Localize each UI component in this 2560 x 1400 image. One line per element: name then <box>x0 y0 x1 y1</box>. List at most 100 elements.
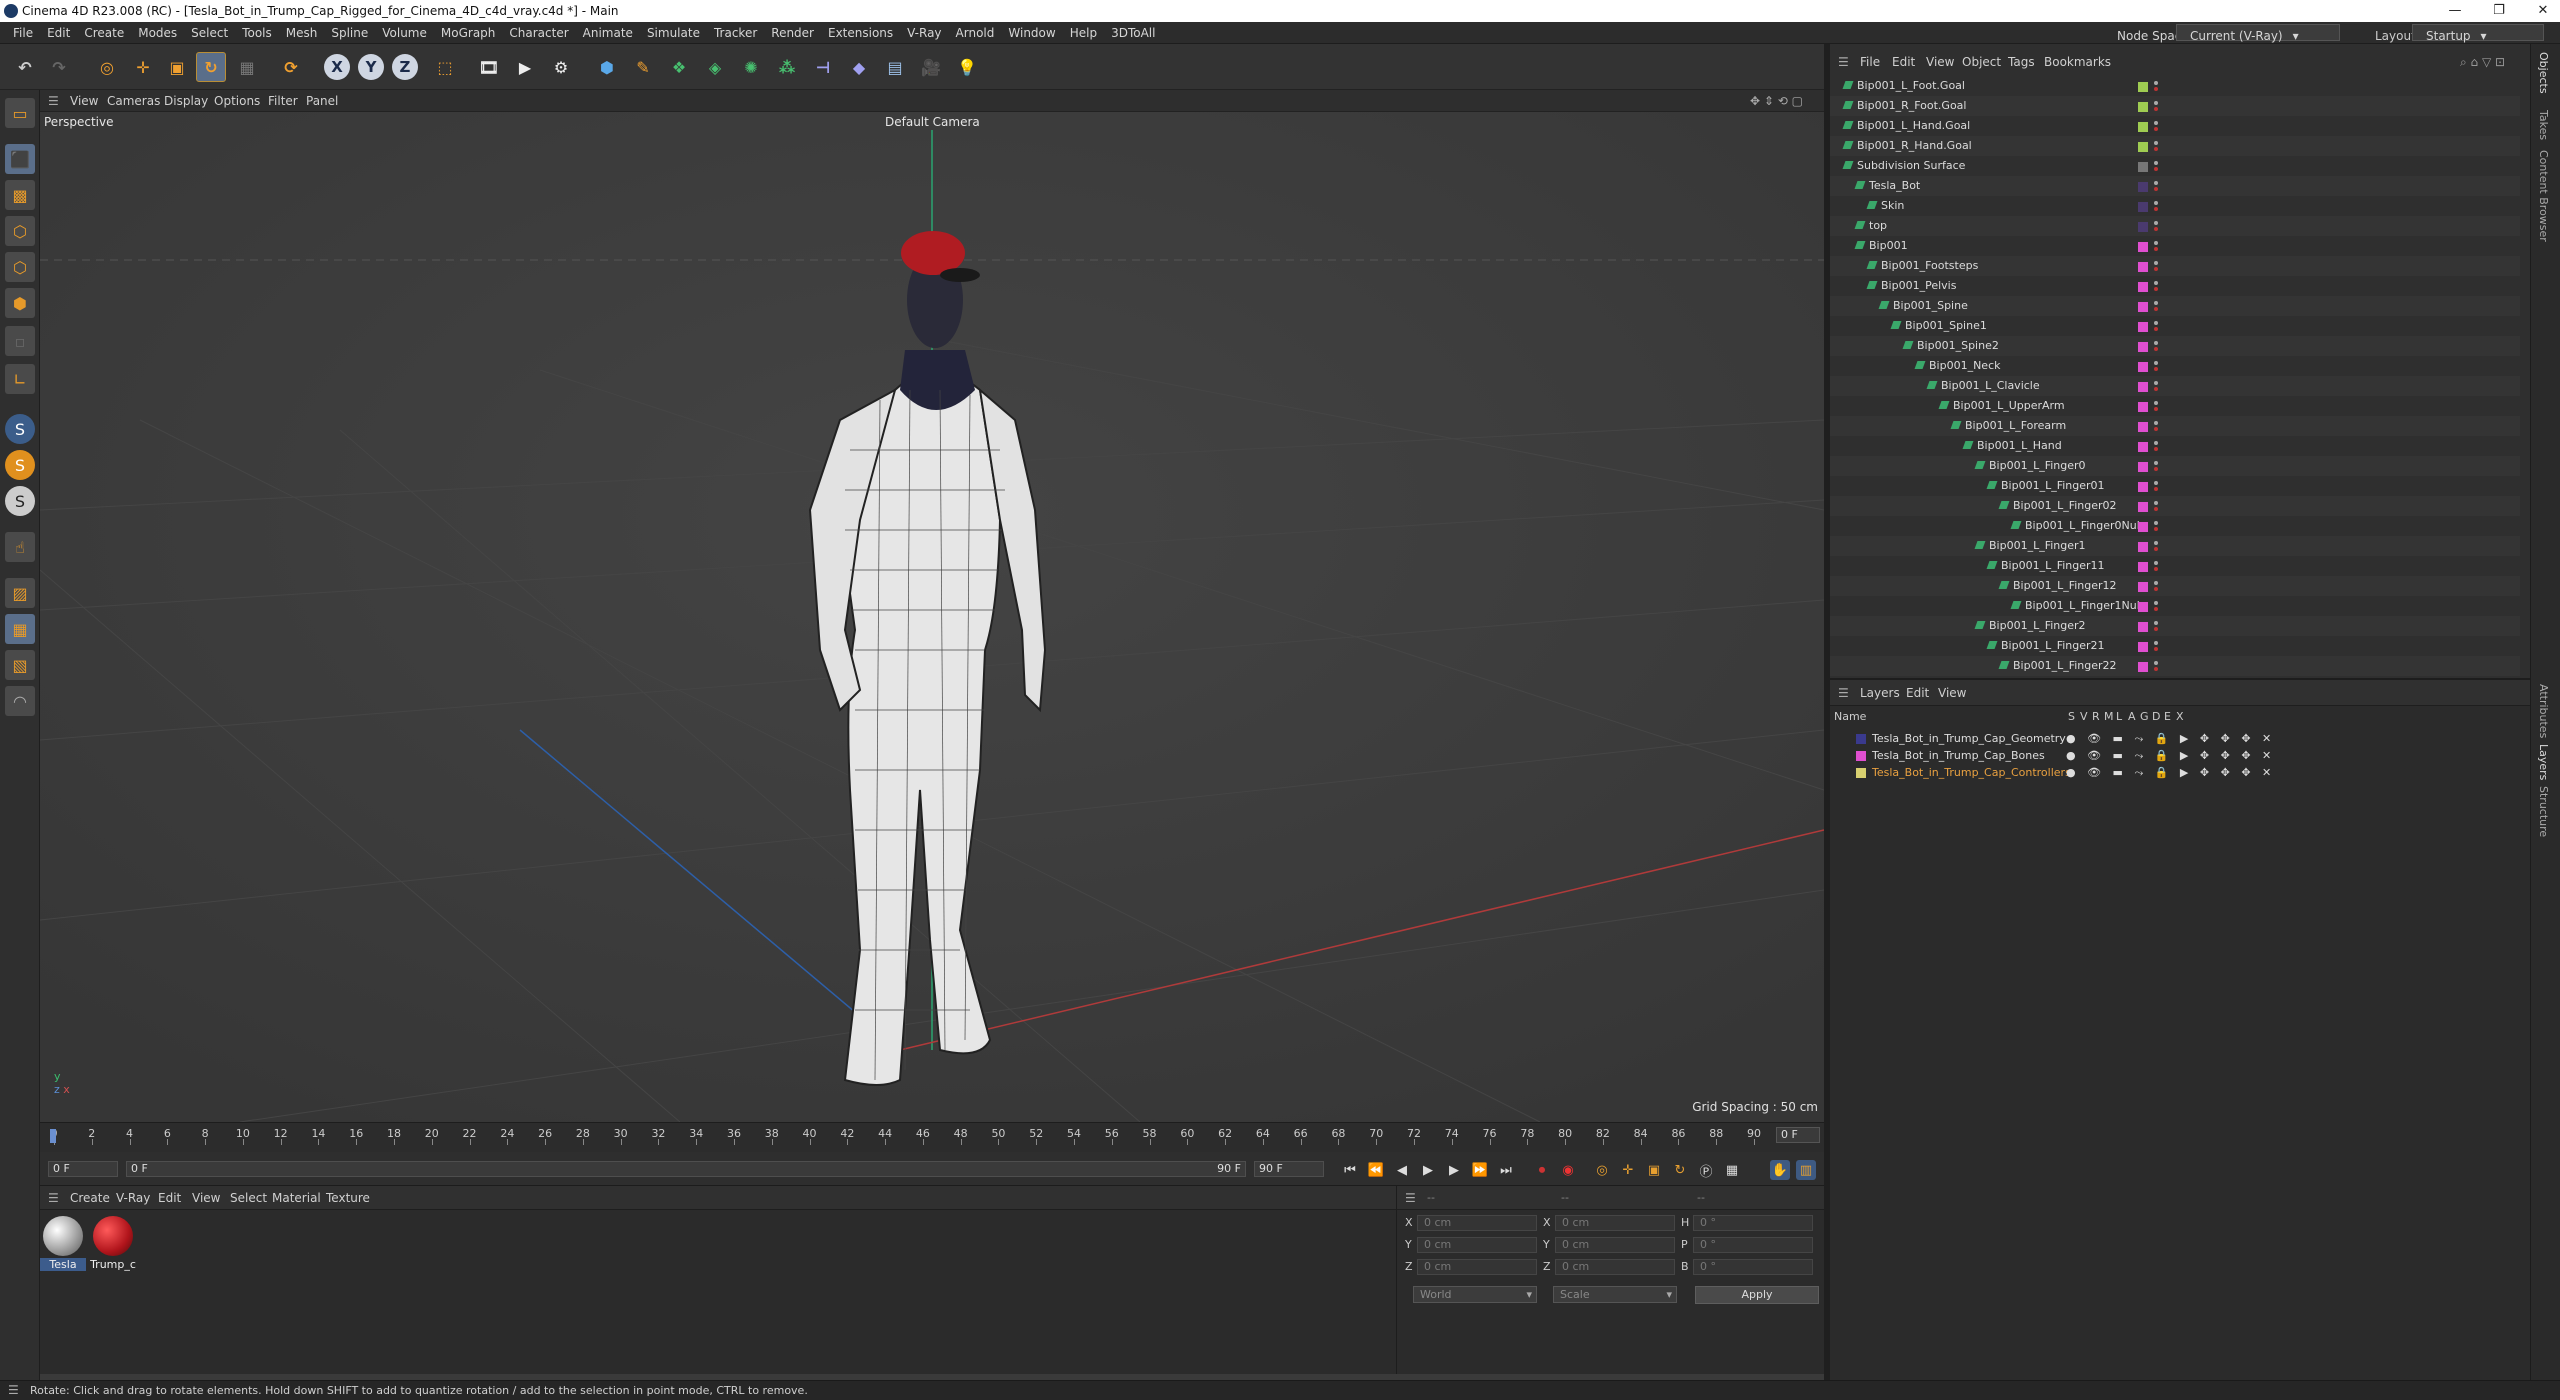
mat-menu-texture[interactable]: Texture <box>326 1191 370 1205</box>
menu-modes[interactable]: Modes <box>131 26 184 40</box>
viewport-menu-options[interactable]: Options <box>214 94 260 108</box>
render-visibility-dot[interactable] <box>2154 267 2158 271</box>
viewport-menu-display[interactable]: Display <box>164 94 208 108</box>
editor-visibility-dot[interactable] <box>2154 341 2158 345</box>
mat-menu-edit[interactable]: Edit <box>158 1191 181 1205</box>
layer-color-swatch[interactable] <box>2138 442 2148 452</box>
layer-toggle-icons[interactable]: ● 👁 ▬ ⤳ 🔒 ▶ ✥ ✥ ✥ ✕ <box>2066 764 2275 781</box>
tab-attributes[interactable]: Attributes <box>2537 684 2550 738</box>
size-mode-select[interactable]: Scale ▾ <box>1553 1286 1677 1303</box>
tab-content-browser[interactable]: Content Browser <box>2537 150 2550 242</box>
viewport-menu-filter[interactable]: Filter <box>268 94 298 108</box>
editor-visibility-dot[interactable] <box>2154 181 2158 185</box>
editor-visibility-dot[interactable] <box>2154 561 2158 565</box>
layer-col-s[interactable]: S <box>2068 710 2075 723</box>
cloner-icon[interactable]: ✺ <box>736 52 766 82</box>
tab-layers[interactable]: Layers <box>2537 744 2550 780</box>
autokey-icon[interactable]: ◉ <box>1558 1160 1578 1180</box>
edge-mode-icon[interactable]: ⬡ <box>5 252 35 282</box>
render-visibility-dot[interactable] <box>2154 247 2158 251</box>
recent-tool-icon[interactable]: ⟳ <box>276 52 306 82</box>
layer-color-swatch[interactable] <box>1856 768 1866 778</box>
go-to-end-icon[interactable]: ⏭ <box>1496 1160 1516 1180</box>
layer-color-swatch[interactable] <box>2138 602 2148 612</box>
maximize-button[interactable]: ❐ <box>2484 3 2514 18</box>
material-item[interactable]: Tesla <box>40 1214 86 1271</box>
viewport-3d[interactable]: ☰ View Cameras Display Options Filter Pa… <box>40 90 1824 1122</box>
texture-mode-icon[interactable]: ▩ <box>5 180 35 210</box>
go-to-start-icon[interactable]: ⏮ <box>1340 1160 1360 1180</box>
object-row[interactable]: Bip001_L_Finger21 <box>1830 636 2520 656</box>
layer-color-swatch[interactable] <box>2138 222 2148 232</box>
layer-color-swatch[interactable] <box>2138 162 2148 172</box>
workplane-snap-icon[interactable]: S <box>5 486 35 516</box>
layer-color-swatch[interactable] <box>2138 102 2148 112</box>
apply-button[interactable]: Apply <box>1695 1286 1819 1304</box>
layer-col-x[interactable]: X <box>2176 710 2184 723</box>
menu-mesh[interactable]: Mesh <box>279 26 325 40</box>
prev-frame-icon[interactable]: ◀ <box>1392 1160 1412 1180</box>
layer-col-v[interactable]: V <box>2080 710 2088 723</box>
rotate-tool-icon[interactable]: ↻ <box>196 52 226 82</box>
layer-menu-edit[interactable]: Edit <box>1906 686 1929 700</box>
coordinate-mode-select[interactable]: World ▾ <box>1413 1286 1537 1303</box>
pla-key-icon[interactable]: ▦ <box>1722 1160 1742 1180</box>
scale-key-icon[interactable]: ▣ <box>1644 1160 1664 1180</box>
viewport-menu-view[interactable]: View <box>70 94 98 108</box>
menu-file[interactable]: File <box>6 26 40 40</box>
undo-icon[interactable]: ↶ <box>10 52 40 82</box>
editor-visibility-dot[interactable] <box>2154 101 2158 105</box>
object-row[interactable]: Bip001_L_Finger0 <box>1830 456 2520 476</box>
editor-visibility-dot[interactable] <box>2154 361 2158 365</box>
close-button[interactable]: ✕ <box>2528 3 2558 18</box>
editor-visibility-dot[interactable] <box>2154 261 2158 265</box>
p-rotation-field[interactable]: 0 ° <box>1693 1237 1813 1253</box>
x-size-field[interactable]: 0 cm <box>1555 1215 1675 1231</box>
object-row[interactable]: Bip001_Spine2 <box>1830 336 2520 356</box>
layer-color-swatch[interactable] <box>2138 542 2148 552</box>
menu-create[interactable]: Create <box>77 26 131 40</box>
layer-color-swatch[interactable] <box>2138 282 2148 292</box>
frame-range-slider[interactable]: 0 F 90 F <box>126 1161 1246 1177</box>
editor-visibility-dot[interactable] <box>2154 661 2158 665</box>
x-axis-lock-button[interactable]: X <box>324 54 350 80</box>
make-editable-icon[interactable]: ▭ <box>5 98 35 128</box>
render-visibility-dot[interactable] <box>2154 307 2158 311</box>
object-row[interactable]: Bip001_L_Foot.Goal <box>1830 76 2520 96</box>
layer-color-swatch[interactable] <box>2138 422 2148 432</box>
render-visibility-dot[interactable] <box>2154 107 2158 111</box>
render-visibility-dot[interactable] <box>2154 427 2158 431</box>
mat-menu-view[interactable]: View <box>192 1191 220 1205</box>
editor-visibility-dot[interactable] <box>2154 221 2158 225</box>
object-row[interactable]: Bip001_R_Hand.Goal <box>1830 136 2520 156</box>
obj-menu-object[interactable]: Object <box>1962 55 2001 69</box>
layer-color-swatch[interactable] <box>2138 482 2148 492</box>
prev-key-icon[interactable]: ⏪ <box>1366 1160 1386 1180</box>
render-visibility-dot[interactable] <box>2154 147 2158 151</box>
snap-settings-icon[interactable]: S <box>5 450 35 480</box>
render-visibility-dot[interactable] <box>2154 527 2158 531</box>
render-visibility-dot[interactable] <box>2154 187 2158 191</box>
object-row[interactable]: Bip001_L_Finger2 <box>1830 616 2520 636</box>
layer-color-swatch[interactable] <box>2138 522 2148 532</box>
object-row[interactable]: Subdivision Surface <box>1830 156 2520 176</box>
render-visibility-dot[interactable] <box>2154 367 2158 371</box>
menu-v-ray[interactable]: V-Ray <box>900 26 948 40</box>
editor-visibility-dot[interactable] <box>2154 581 2158 585</box>
layer-color-swatch[interactable] <box>2138 242 2148 252</box>
object-row[interactable]: Skin <box>1830 196 2520 216</box>
layout-select[interactable]: Startup ▾ <box>2412 24 2544 43</box>
layer-color-swatch[interactable] <box>2138 142 2148 152</box>
layer-col-m[interactable]: M <box>2104 710 2114 723</box>
placeholder-tool-icon[interactable]: ▦ <box>232 52 262 82</box>
hamburger-icon[interactable]: ☰ <box>1838 686 1849 700</box>
hamburger-icon[interactable]: ☰ <box>1405 1191 1416 1205</box>
render-visibility-dot[interactable] <box>2154 287 2158 291</box>
editor-visibility-dot[interactable] <box>2154 241 2158 245</box>
layer-color-swatch[interactable] <box>2138 502 2148 512</box>
layer-color-swatch[interactable] <box>2138 382 2148 392</box>
workplane-icon[interactable]: ▨ <box>5 578 35 608</box>
hamburger-icon[interactable]: ☰ <box>8 1383 19 1397</box>
object-row[interactable]: Bip001_L_Hand <box>1830 436 2520 456</box>
layer-color-swatch[interactable] <box>2138 82 2148 92</box>
